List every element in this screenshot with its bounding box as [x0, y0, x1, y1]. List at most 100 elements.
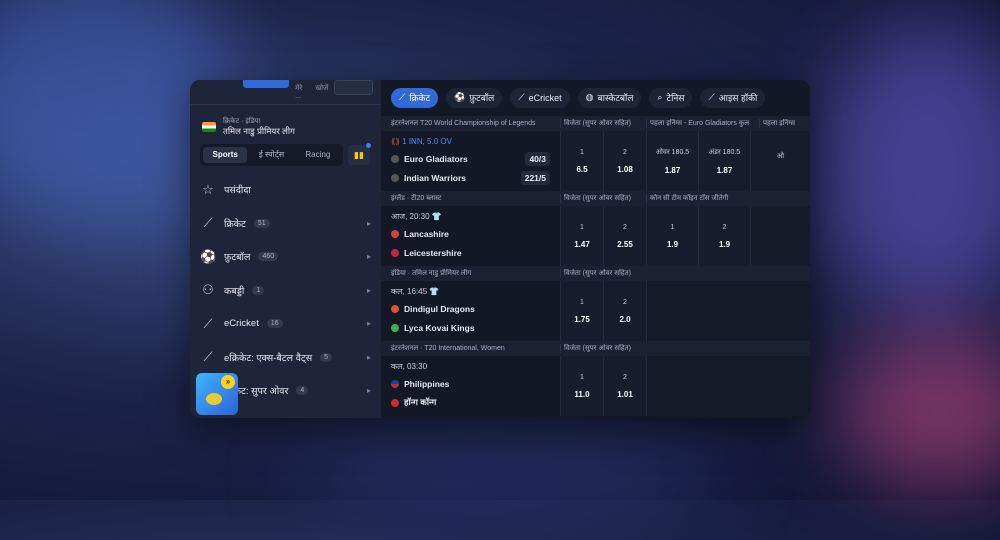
match-row[interactable]: ⟪⟫ 1 INN, 5.0 OV Euro Gladiators 40/3 In…	[381, 131, 810, 191]
market-header: विजेता (सुपर ओवर सहित)	[560, 344, 646, 353]
chevron-right-icon: ▸	[366, 352, 371, 362]
sidebar-item-kabaddi[interactable]: ⚇ कबड्डी 1 ▸	[190, 274, 381, 308]
promo-banner[interactable]: »	[196, 373, 238, 415]
stats-button[interactable]: ▮▮	[348, 143, 371, 165]
segment-racing[interactable]: Racing	[296, 147, 340, 163]
cricket-bat-icon: ⟋	[203, 215, 213, 231]
odds-value: 2.0	[619, 314, 631, 324]
match-row[interactable]: आज, 20:30 👕 Lancashire Leicestershire 11…	[381, 206, 810, 266]
match-teams[interactable]: आज, 20:30 👕 Lancashire Leicestershire	[381, 206, 560, 266]
india-flag-icon	[202, 121, 216, 132]
hong-kong-flag-icon	[391, 398, 399, 407]
odds-cell[interactable]: ओ	[750, 131, 810, 191]
odds-label: अंडर 180.5	[708, 148, 741, 156]
sidebar-item-ecricket-battle[interactable]: ⟋ eक्रिकेट: एक्स-बैटल वैट्स 5 ▸	[190, 341, 381, 375]
odds-label: ओवर 180.5	[655, 148, 690, 156]
odds-cell[interactable]: 1 6.5	[560, 131, 603, 191]
my-bets-link[interactable]: मेरे ...	[295, 84, 309, 100]
search-link[interactable]: खोजें	[316, 84, 329, 93]
top-primary-button[interactable]	[242, 80, 290, 88]
ecricket-icon: ⟋	[203, 315, 213, 331]
tab-football[interactable]: ⚽ फ़ुटबॉल	[446, 87, 503, 108]
odds-cell[interactable]: 1 1.47	[560, 206, 603, 266]
tab-label: टेनिस	[666, 93, 685, 103]
tab-basketball[interactable]: ◍ बास्केटबॉल	[577, 87, 642, 108]
basketball-icon: ◍	[585, 92, 594, 102]
odds-value: 1.9	[718, 239, 731, 249]
events-grid: इंटरनेशनल T20 World Championship of Lege…	[381, 116, 810, 416]
odds-label: 1	[580, 373, 584, 381]
team-name: Leicestershire	[404, 247, 462, 258]
segment-sports[interactable]: Sports	[203, 147, 248, 163]
sidebar-item-football[interactable]: ⚽ फ़ुटबॉल 460 ▸	[190, 240, 381, 274]
match-row[interactable]: कल, 03:30 Philippines हॉन्ग कॉन्ग 1 11.0 …	[381, 356, 810, 416]
odds-value: 1.87	[664, 165, 681, 175]
tab-cricket[interactable]: ⟋ क्रिकेट	[391, 87, 439, 108]
live-icon: ⟪⟫	[391, 137, 400, 146]
odds-cell[interactable]: ओवर 180.5 1.87	[646, 131, 698, 191]
chevron-right-icon: ▸	[366, 285, 371, 295]
section-league[interactable]: इंडिया · तमिल नाडु प्रीमियर लीग	[381, 269, 560, 278]
team-name: Lyca Kovai Kings	[404, 322, 475, 333]
match-time-text: आज, 20:30	[391, 212, 430, 221]
sport-tabs: ⟋ क्रिकेट ⚽ फ़ुटबॉल ⟋ eCricket ◍ बास्केट…	[381, 80, 810, 115]
sidebar-item-label: क्रिकेट	[224, 218, 246, 230]
sidebar-item-ecricket[interactable]: ⟋ eCricket 16 ▸	[190, 307, 381, 341]
tab-label: क्रिकेट	[409, 93, 431, 103]
section-league[interactable]: इंटरनेशनल T20 World Championship of Lege…	[381, 119, 560, 128]
current-league[interactable]: क्रिकेट · इंडिया तमिल नाडु प्रीमियर लीग	[190, 104, 381, 138]
main-content: ⟋ क्रिकेट ⚽ फ़ुटबॉल ⟋ eCricket ◍ बास्केट…	[381, 80, 810, 418]
empty-cell	[646, 281, 810, 341]
team-logo-icon	[391, 304, 399, 313]
tennis-icon: ⌕	[657, 92, 663, 102]
odds-cell[interactable]: 1 11.0	[560, 356, 603, 416]
tab-ice-hockey[interactable]: ⟋ आइस हॉकी	[700, 87, 766, 108]
odds-label: 2	[623, 298, 627, 306]
odds-label: 2	[623, 373, 627, 381]
top-search-box[interactable]	[334, 80, 373, 95]
match-row[interactable]: कल, 16:45 👕 Dindigul Dragons Lyca Kovai …	[381, 281, 810, 341]
section-league[interactable]: इंग्लैंड · टी20 ब्लास्ट	[381, 194, 560, 203]
section-header: इंडिया · तमिल नाडु प्रीमियर लीग विजेता (…	[381, 266, 810, 281]
odds-cell[interactable]: 1 1.9	[646, 206, 698, 266]
odds-cell[interactable]: अंडर 180.5 1.87	[698, 131, 750, 191]
match-teams[interactable]: कल, 16:45 👕 Dindigul Dragons Lyca Kovai …	[381, 281, 560, 341]
match-time-text: 1 INN, 5.0 OV	[402, 137, 452, 146]
sidebar-item-count: 460	[258, 252, 279, 262]
bar-chart-icon: ▮▮	[354, 150, 364, 160]
odds-cell[interactable]: 2 1.08	[603, 131, 646, 191]
team-row: Leicestershire	[391, 243, 550, 262]
odds-label: 2	[722, 223, 727, 231]
odds-label: 1	[580, 223, 584, 231]
odds-cell[interactable]: 2 2.55	[603, 206, 646, 266]
section-header: इंटरनेशनल T20 World Championship of Lege…	[381, 116, 810, 131]
segment-esports[interactable]: ई स्पोर्ट्स	[249, 147, 293, 163]
tab-label: बास्केटबॉल	[597, 93, 634, 103]
odds-label: 1	[580, 298, 584, 306]
match-teams[interactable]: ⟪⟫ 1 INN, 5.0 OV Euro Gladiators 40/3 In…	[381, 131, 560, 191]
chevron-right-icon: ▸	[366, 252, 371, 262]
odds-cell[interactable]: 2 1.01	[603, 356, 646, 416]
team-row: Euro Gladiators 40/3	[391, 149, 550, 168]
team-logo-icon	[391, 173, 399, 182]
tab-tennis[interactable]: ⌕ टेनिस	[649, 87, 693, 108]
odds-value: 1.47	[574, 239, 590, 249]
team-name: Indian Warriors	[404, 172, 467, 183]
match-teams[interactable]: कल, 03:30 Philippines हॉन्ग कॉन्ग	[381, 356, 560, 416]
market-header: विजेता (सुपर ओवर सहित)	[560, 194, 646, 203]
sidebar-item-cricket[interactable]: ⟋ क्रिकेट 51 ▸	[190, 207, 381, 241]
football-icon: ⚽	[200, 248, 217, 264]
ecricket-battle-icon: ⟋	[203, 349, 213, 365]
tab-label: फ़ुटबॉल	[469, 93, 495, 103]
odds-cell[interactable]: 1 1.75	[560, 281, 603, 341]
section-league[interactable]: इंटरनेशनल · T20 International, Women	[381, 344, 560, 353]
tab-ecricket[interactable]: ⟋ eCricket	[510, 87, 570, 108]
sidebar-item-favorites[interactable]: ☆ पसंदीदा	[190, 173, 381, 207]
odds-value: 11.0	[574, 389, 590, 399]
odds-cell[interactable]: 2 1.9	[698, 206, 750, 266]
sidebar-item-count: 51	[253, 218, 270, 228]
team-name: Lancashire	[404, 228, 449, 239]
market-header: कौन सी टीम कॉइन टॉस जीतेगी	[646, 194, 750, 203]
market-header: पहला इनिंग्स	[759, 119, 810, 128]
odds-cell[interactable]: 2 2.0	[603, 281, 646, 341]
